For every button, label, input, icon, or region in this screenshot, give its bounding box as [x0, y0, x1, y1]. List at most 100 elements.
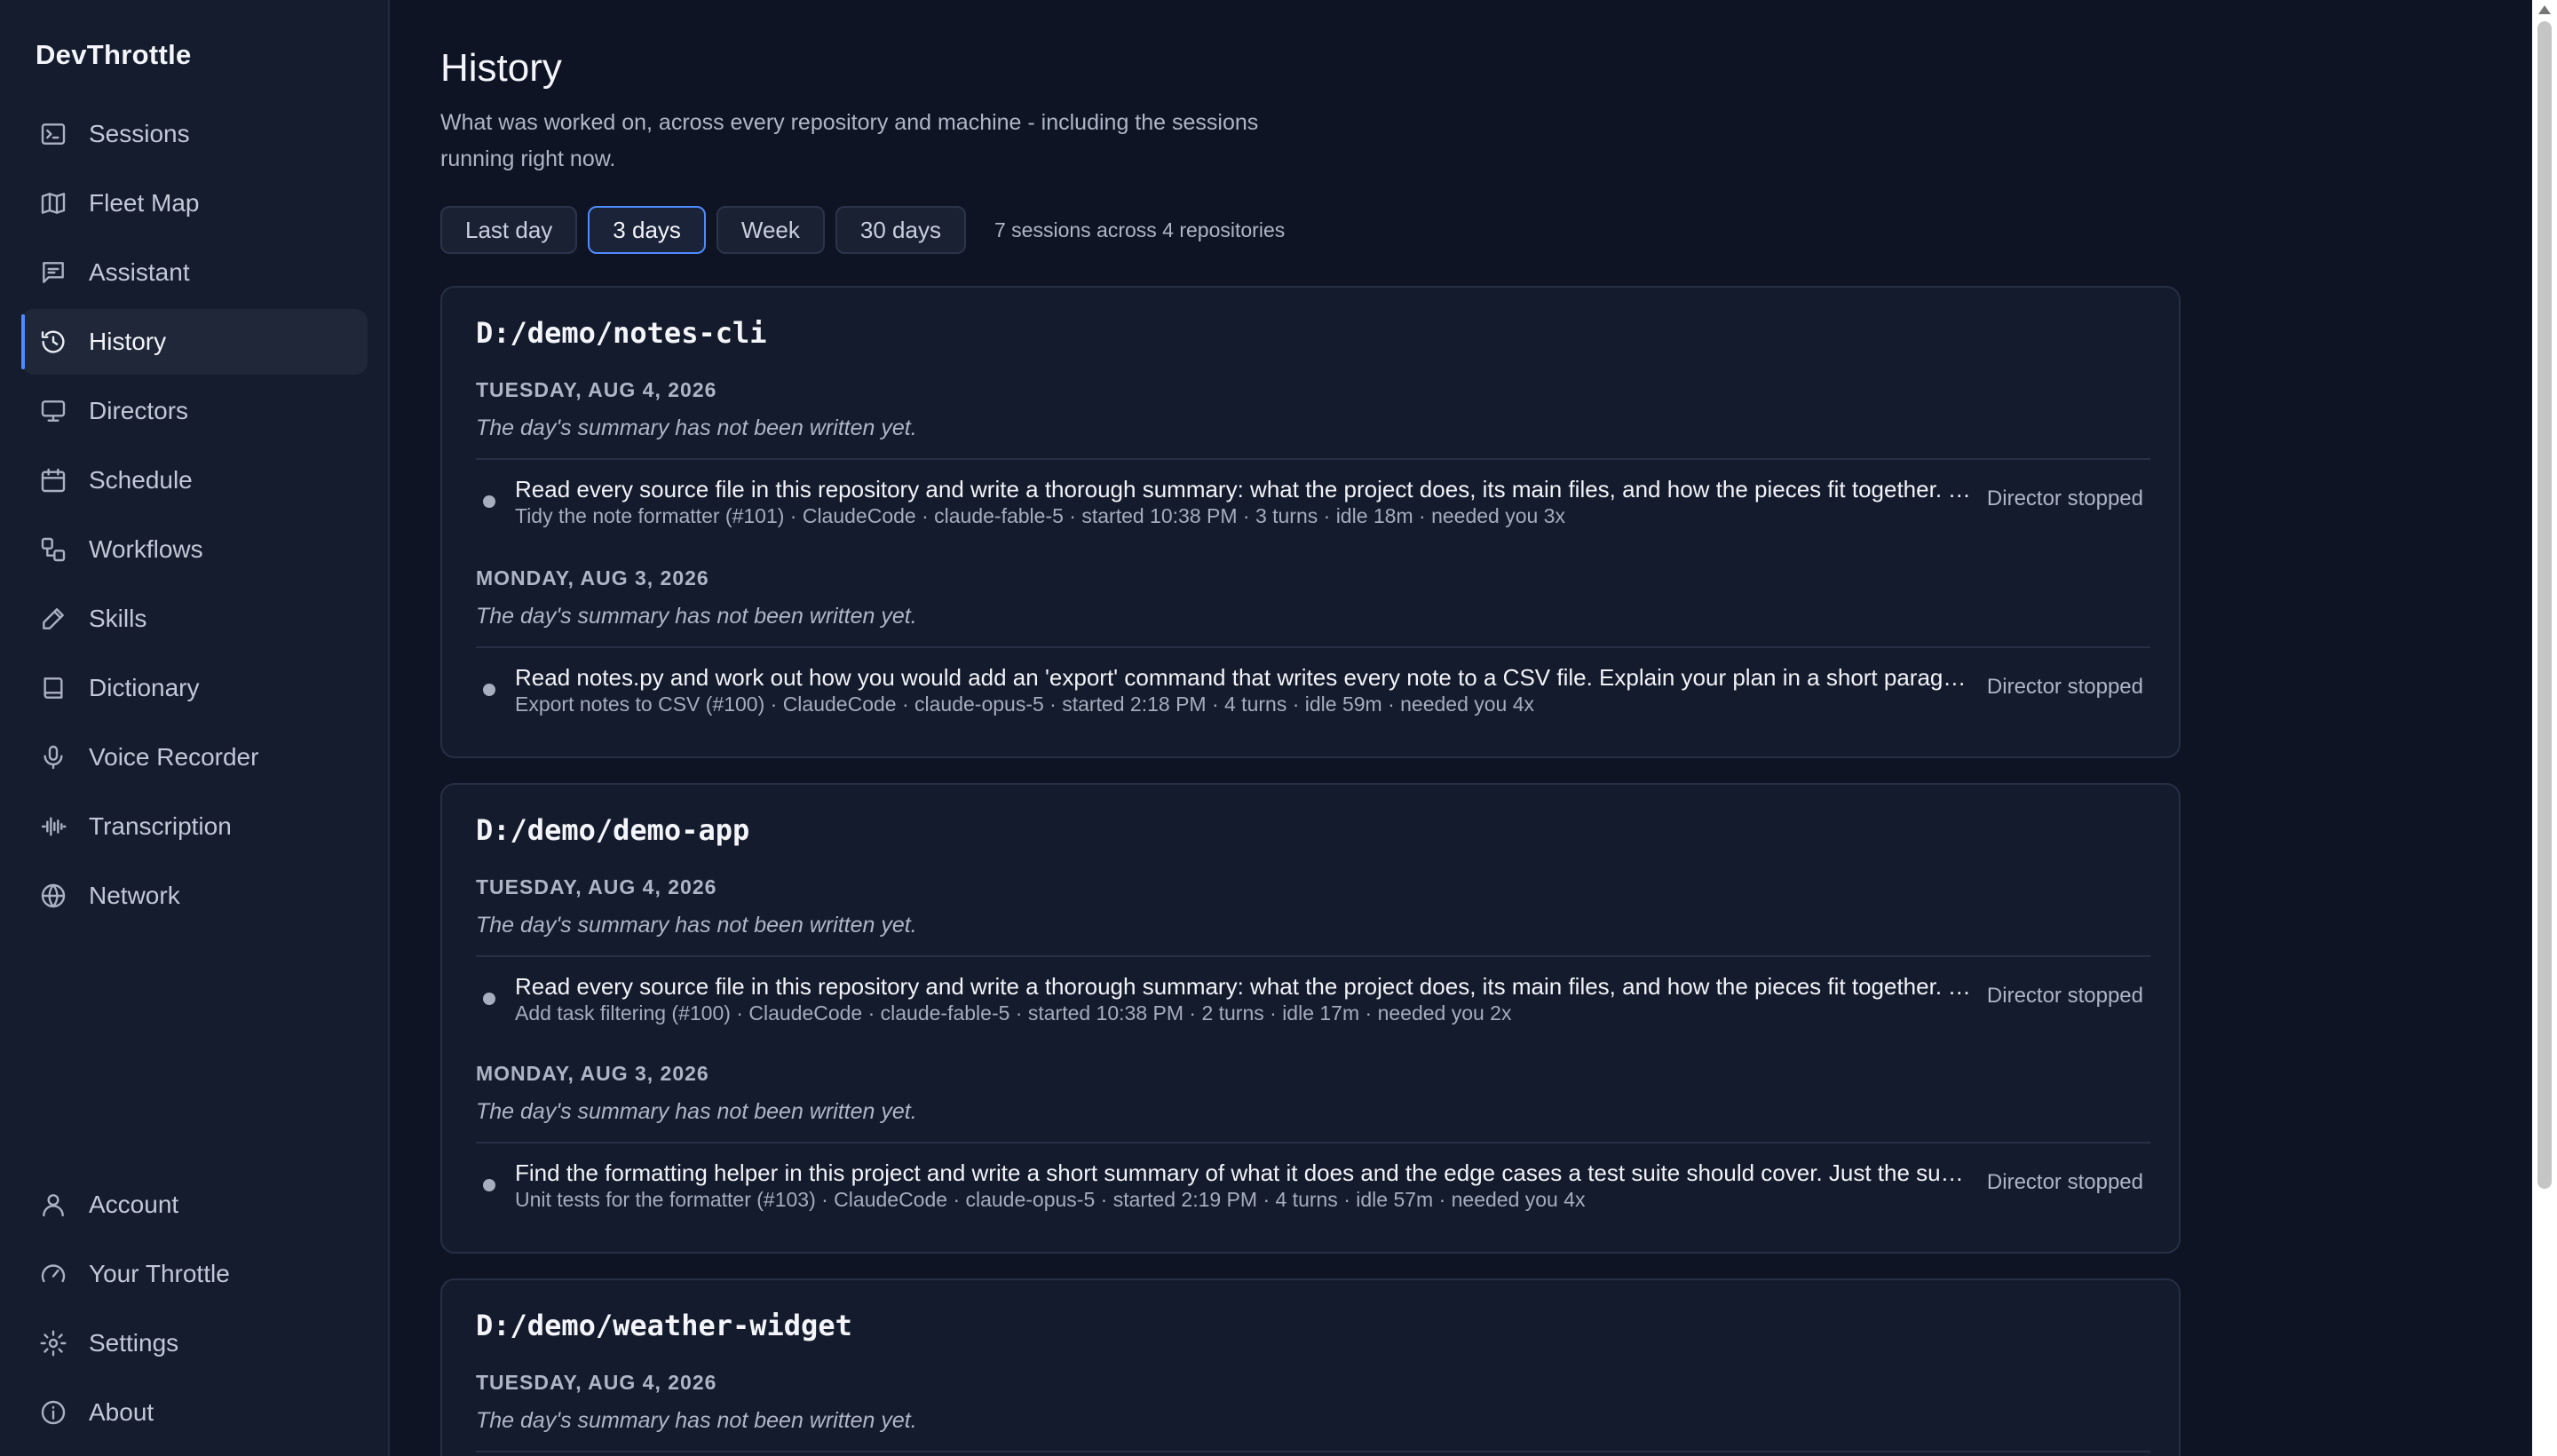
- session-meta: Add task filtering (#100) · ClaudeCode ·…: [515, 1001, 1512, 1025]
- sidebar-item-label: Workflows: [89, 535, 203, 563]
- sidebar-item-fleet-map[interactable]: Fleet Map: [21, 170, 368, 236]
- sidebar: DevThrottle Sessions Fleet Map Assistant…: [0, 0, 390, 1456]
- page-scrollbar[interactable]: [2532, 0, 2557, 1456]
- day-summary: The day's summary has not been written y…: [476, 415, 917, 440]
- sidebar-nav: Sessions Fleet Map Assistant History Dir…: [21, 101, 368, 932]
- microphone-icon: [44, 745, 63, 770]
- day-summary: The day's summary has not been written y…: [476, 1099, 917, 1124]
- sidebar-item-workflows[interactable]: Workflows: [21, 517, 368, 582]
- app-logo: DevThrottle: [36, 39, 192, 70]
- sidebar-item-skills[interactable]: Skills: [21, 586, 368, 652]
- session-meta: Tidy the note formatter (#101) · ClaudeC…: [515, 504, 1565, 527]
- user-icon: [43, 1194, 64, 1217]
- divider: [476, 1451, 2150, 1452]
- sidebar-item-label: Fleet Map: [89, 189, 200, 217]
- status-dot: [483, 495, 495, 508]
- session-status: Director stopped: [1986, 984, 2143, 1008]
- range-filter: Last day 3 days Week 30 days 7 sessions …: [440, 206, 1285, 254]
- chat-icon: [43, 262, 64, 283]
- session-prompt: Find the formatting helper in this proje…: [515, 1159, 1971, 1186]
- sidebar-item-label: Account: [89, 1191, 179, 1218]
- repo-card: D:/demo/weather-widget TUESDAY, AUG 4, 2…: [440, 1278, 2181, 1456]
- session-row[interactable]: Read notes.py and work out how you would…: [476, 648, 2150, 723]
- info-icon: [41, 1400, 66, 1425]
- sidebar-item-label: Schedule: [89, 466, 193, 494]
- book-icon: [44, 677, 63, 699]
- repo-card: D:/demo/demo-app TUESDAY, AUG 4, 2026 Th…: [440, 783, 2181, 1254]
- status-dot: [483, 993, 495, 1005]
- day-summary: The day's summary has not been written y…: [476, 1408, 917, 1433]
- session-row[interactable]: Find the formatting helper in this proje…: [476, 1143, 2150, 1218]
- sidebar-item-label: Your Throttle: [89, 1260, 230, 1287]
- sidebar-item-account[interactable]: Account: [21, 1172, 368, 1238]
- sidebar-item-label: Sessions: [89, 120, 190, 147]
- session-meta: Unit tests for the formatter (#103) · Cl…: [515, 1188, 1586, 1211]
- status-dot: [483, 1179, 495, 1191]
- session-status: Director stopped: [1986, 487, 2143, 510]
- gear-icon: [40, 1330, 67, 1357]
- page-title: History: [440, 46, 562, 90]
- session-count: 7 sessions across 4 repositories: [994, 218, 1286, 241]
- sidebar-item-history[interactable]: History: [21, 309, 368, 375]
- filter-3-days-button[interactable]: 3 days: [588, 206, 706, 254]
- sidebar-item-label: Network: [89, 882, 180, 909]
- sidebar-item-voice-recorder[interactable]: Voice Recorder: [21, 724, 368, 790]
- session-meta: Export notes to CSV (#100) · ClaudeCode …: [515, 692, 1535, 716]
- terminal-icon: [41, 123, 66, 145]
- session-row[interactable]: Read every source file in this repositor…: [476, 957, 2150, 1032]
- calendar-icon: [41, 468, 66, 493]
- repo-card: D:/demo/notes-cli TUESDAY, AUG 4, 2026 T…: [440, 286, 2181, 758]
- sidebar-item-your-throttle[interactable]: Your Throttle: [21, 1241, 368, 1307]
- gauge-icon: [41, 1264, 66, 1283]
- day-group: TUESDAY, AUG 4, 2026 The day's summary h…: [476, 375, 2150, 534]
- sidebar-item-label: Transcription: [89, 812, 232, 840]
- day-label: TUESDAY, AUG 4, 2026: [476, 875, 717, 898]
- sidebar-item-transcription[interactable]: Transcription: [21, 794, 368, 859]
- scroll-up-arrow-icon[interactable]: [2538, 5, 2551, 14]
- session-status: Director stopped: [1986, 1170, 2143, 1194]
- sidebar-item-network[interactable]: Network: [21, 863, 368, 929]
- session-prompt: Read notes.py and work out how you would…: [515, 664, 1971, 691]
- monitor-icon: [41, 400, 66, 422]
- sidebar-item-label: Dictionary: [89, 674, 200, 701]
- globe-icon: [41, 883, 66, 908]
- repo-path: D:/demo/demo-app: [476, 813, 750, 847]
- day-label: MONDAY, AUG 3, 2026: [476, 566, 709, 590]
- day-summary: The day's summary has not been written y…: [476, 913, 917, 938]
- workflow-icon: [41, 537, 66, 562]
- day-summary: The day's summary has not been written y…: [476, 604, 917, 629]
- sidebar-item-label: Skills: [89, 605, 147, 632]
- day-group: TUESDAY, AUG 4, 2026 The day's summary h…: [476, 1367, 2150, 1452]
- sidebar-item-settings[interactable]: Settings: [21, 1310, 368, 1376]
- day-group: TUESDAY, AUG 4, 2026 The day's summary h…: [476, 872, 2150, 1032]
- sidebar-item-label: History: [89, 328, 167, 355]
- session-status: Director stopped: [1986, 675, 2143, 699]
- sidebar-item-label: About: [89, 1398, 154, 1426]
- scrollbar-thumb[interactable]: [2537, 21, 2552, 1189]
- pen-icon: [43, 608, 64, 629]
- page-subtitle: What was worked on, across every reposit…: [440, 110, 1259, 171]
- sidebar-item-schedule[interactable]: Schedule: [21, 447, 368, 513]
- day-label: TUESDAY, AUG 4, 2026: [476, 1371, 717, 1394]
- history-icon: [41, 330, 65, 353]
- sidebar-item-dictionary[interactable]: Dictionary: [21, 655, 368, 721]
- repo-path: D:/demo/notes-cli: [476, 316, 767, 350]
- sidebar-item-label: Settings: [89, 1329, 179, 1357]
- session-row[interactable]: Read every source file in this repositor…: [476, 460, 2150, 534]
- filter-30-days-button[interactable]: 30 days: [835, 206, 966, 254]
- session-prompt: Read every source file in this repositor…: [515, 973, 1971, 1000]
- filter-week-button[interactable]: Week: [716, 206, 825, 254]
- sidebar-item-label: Assistant: [89, 258, 190, 286]
- day-label: MONDAY, AUG 3, 2026: [476, 1062, 709, 1085]
- audio-waveform-icon: [41, 817, 67, 836]
- sidebar-item-assistant[interactable]: Assistant: [21, 240, 368, 305]
- repo-path: D:/demo/weather-widget: [476, 1309, 852, 1342]
- day-group: MONDAY, AUG 3, 2026 The day's summary ha…: [476, 1058, 2150, 1218]
- status-dot: [483, 684, 495, 696]
- sidebar-item-about[interactable]: About: [21, 1380, 368, 1445]
- filter-last-day-button[interactable]: Last day: [440, 206, 578, 254]
- sidebar-item-sessions[interactable]: Sessions: [21, 101, 368, 167]
- sidebar-item-label: Voice Recorder: [89, 743, 259, 771]
- sidebar-item-directors[interactable]: Directors: [21, 378, 368, 444]
- day-label: TUESDAY, AUG 4, 2026: [476, 378, 717, 401]
